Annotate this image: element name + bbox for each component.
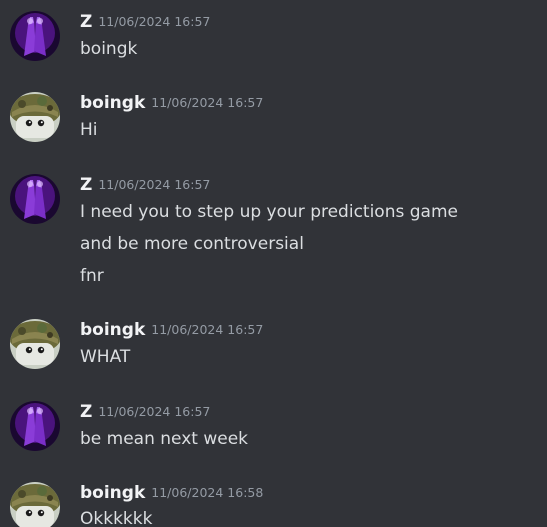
message-text: Okkkkkk (80, 509, 153, 527)
purple-hands-avatar-icon[interactable] (10, 401, 60, 451)
purple-hands-avatar-icon[interactable] (10, 11, 60, 61)
username[interactable]: Z (80, 402, 92, 422)
username[interactable]: Z (80, 175, 92, 195)
message-text: be mean next week (80, 429, 248, 449)
username[interactable]: boingk (80, 320, 145, 340)
username[interactable]: Z (80, 12, 92, 32)
message-text: I need you to step up your predictions g… (80, 202, 458, 222)
message-header: boingk 11/06/2024 16:57 (80, 319, 263, 341)
timestamp[interactable]: 11/06/2024 16:57 (151, 322, 263, 337)
message-header: Z 11/06/2024 16:57 (80, 401, 210, 423)
message-text: boingk (80, 39, 138, 59)
username[interactable]: boingk (80, 93, 145, 113)
message-text: WHAT (80, 347, 131, 367)
username[interactable]: boingk (80, 483, 145, 503)
timestamp[interactable]: 11/06/2024 16:57 (151, 95, 263, 110)
message-text: fnr (80, 266, 104, 286)
message-header: boingk 11/06/2024 16:58 (80, 482, 263, 504)
message-header: Z 11/06/2024 16:57 (80, 174, 210, 196)
message-header: Z 11/06/2024 16:57 (80, 11, 210, 33)
camo-bucket-hat-avatar-icon[interactable] (10, 319, 60, 369)
camo-bucket-hat-avatar-icon[interactable] (10, 92, 60, 142)
message-text: Hi (80, 120, 98, 140)
purple-hands-avatar-icon[interactable] (10, 174, 60, 224)
timestamp[interactable]: 11/06/2024 16:57 (98, 14, 210, 29)
camo-bucket-hat-avatar-icon[interactable] (10, 482, 60, 527)
message-header: boingk 11/06/2024 16:57 (80, 92, 263, 114)
timestamp[interactable]: 11/06/2024 16:57 (98, 177, 210, 192)
timestamp[interactable]: 11/06/2024 16:58 (151, 485, 263, 500)
timestamp[interactable]: 11/06/2024 16:57 (98, 404, 210, 419)
chat-message-list: Z 11/06/2024 16:57 boingk boingk 11/06/202… (0, 0, 547, 527)
message-text: and be more controversial (80, 234, 304, 254)
